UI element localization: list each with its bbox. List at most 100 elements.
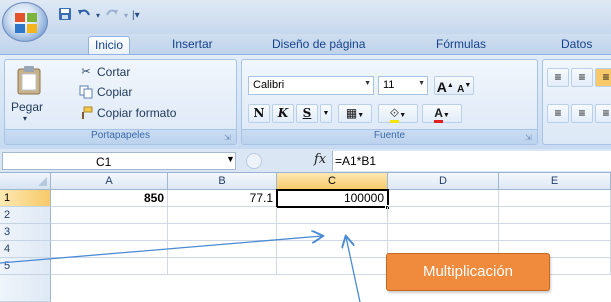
align-left-button[interactable]: ≡: [547, 104, 569, 123]
font-color-button[interactable]: A▼: [422, 104, 462, 123]
copy-icon: [79, 85, 93, 99]
underline-dropdown-icon[interactable]: ▼: [320, 104, 332, 123]
insert-function-button[interactable]: fx: [314, 152, 326, 167]
font-launcher-icon[interactable]: ⇲: [525, 133, 534, 142]
save-icon[interactable]: [58, 7, 72, 24]
cell-c3[interactable]: [277, 224, 388, 241]
copy-label: Copiar: [97, 85, 133, 99]
fill-color-button[interactable]: ⟐▼: [378, 104, 418, 123]
alignment-group: ≡ ≡ ≡ ≡ ≡ ≡: [542, 59, 611, 145]
font-size-value: 11: [383, 79, 395, 91]
clipboard-launcher-icon[interactable]: ⇲: [224, 133, 233, 142]
cell-b4[interactable]: [168, 241, 277, 258]
align-top-button[interactable]: ≡: [547, 68, 569, 87]
align-center-button[interactable]: ≡: [571, 104, 593, 123]
undo-dropdown-icon[interactable]: ▾: [96, 11, 100, 20]
row-header-2[interactable]: 2: [0, 207, 51, 224]
format-painter-button[interactable]: Copiar formato: [79, 105, 176, 121]
annotation-callout: Multiplicación: [386, 253, 550, 291]
column-header-e[interactable]: E: [499, 173, 611, 190]
office-button[interactable]: [2, 2, 48, 42]
tab-inicio[interactable]: Inicio: [88, 36, 131, 54]
cell-e3[interactable]: [499, 224, 611, 241]
format-painter-label: Copiar formato: [97, 106, 177, 120]
align-middle-button[interactable]: ≡: [571, 68, 593, 87]
italic-button[interactable]: K: [272, 104, 294, 123]
column-header-a[interactable]: A: [51, 173, 168, 190]
cell-e1[interactable]: [499, 190, 611, 207]
column-header-b[interactable]: B: [168, 173, 277, 190]
cell-a1[interactable]: 850: [51, 190, 168, 207]
cut-label: Cortar: [97, 65, 131, 79]
font-size-dropdown-icon: ▼: [418, 80, 425, 87]
cell-c2[interactable]: [277, 207, 388, 224]
align-left-icon: ≡: [554, 106, 562, 120]
fx-label: fx: [314, 152, 327, 167]
cell-d3[interactable]: [388, 224, 499, 241]
name-box-dropdown-icon[interactable]: ▼: [226, 154, 235, 164]
ribbon-tabs: Inicio Insertar Diseño de página Fórmula…: [0, 34, 611, 54]
cell-d2[interactable]: [388, 207, 499, 224]
formula-bar: C1 ▼ fx =A1*B1: [0, 149, 611, 173]
cell-c5[interactable]: [277, 258, 388, 275]
customize-quick-access-icon[interactable]: |▾: [132, 10, 140, 21]
row-header-1[interactable]: 1: [0, 190, 51, 207]
cell-a5[interactable]: [51, 258, 168, 275]
cell-c4[interactable]: [277, 241, 388, 258]
font-name-dropdown-icon: ▼: [364, 80, 371, 87]
cell-a3[interactable]: [51, 224, 168, 241]
cell-e2[interactable]: [499, 207, 611, 224]
align-right-button[interactable]: ≡: [595, 104, 611, 123]
borders-button[interactable]: ▦▼: [338, 104, 372, 123]
cell-c1[interactable]: 100000: [276, 189, 389, 208]
cell-d1[interactable]: [388, 190, 499, 207]
tab-formulas[interactable]: Fórmulas: [430, 36, 492, 54]
row-header-4[interactable]: 4: [0, 241, 51, 258]
font-group: Calibri ▼ 11 ▼ A▲ A▼ N K S ▼ ▦▼ ⟐▼ A▼ Fu…: [241, 59, 538, 145]
bold-button[interactable]: N: [248, 104, 270, 123]
ribbon: Pegar ▾ ✂ Cortar Copiar Copiar formato P…: [0, 54, 611, 149]
align-center-icon: ≡: [578, 106, 586, 120]
grow-font-label: A: [436, 79, 447, 95]
font-size-select[interactable]: 11 ▼: [378, 76, 428, 95]
clipboard-group: Pegar ▾ ✂ Cortar Copiar Copiar formato P…: [4, 59, 237, 145]
tab-insertar[interactable]: Insertar: [166, 36, 219, 54]
cell-b1[interactable]: 77.1: [168, 190, 277, 207]
tab-datos[interactable]: Datos: [555, 36, 598, 54]
cell-a4[interactable]: [51, 241, 168, 258]
formula-cancel-icon: [246, 153, 262, 169]
select-all-button[interactable]: [0, 173, 51, 190]
office-logo-icon: [15, 13, 37, 33]
column-header-c[interactable]: C: [277, 173, 388, 190]
align-top-icon: ≡: [554, 70, 562, 84]
grow-font-button[interactable]: A▲ A▼: [434, 76, 474, 95]
cut-button[interactable]: ✂ Cortar: [79, 64, 130, 80]
copy-button[interactable]: Copiar: [79, 84, 132, 100]
column-header-d[interactable]: D: [388, 173, 499, 190]
title-bar: ▾ ▾ |▾: [0, 0, 611, 34]
undo-icon[interactable]: [76, 7, 92, 24]
fill-color-icon: ⟐: [389, 106, 400, 123]
cell-a2[interactable]: [51, 207, 168, 224]
formula-input[interactable]: =A1*B1: [332, 151, 611, 171]
tab-diseno-de-pagina[interactable]: Diseño de página: [266, 36, 371, 54]
paste-dropdown-icon: ▾: [23, 114, 28, 123]
align-bottom-icon: ≡: [602, 70, 610, 84]
quick-access-toolbar: ▾ ▾ |▾: [58, 6, 140, 24]
redo-icon[interactable]: [104, 7, 120, 24]
cell-b5[interactable]: [168, 258, 277, 275]
cell-b2[interactable]: [168, 207, 277, 224]
underline-button[interactable]: S: [296, 104, 318, 123]
paste-label: Pegar: [11, 100, 44, 114]
row-header-3[interactable]: 3: [0, 224, 51, 241]
row-header-6: [0, 275, 51, 302]
align-right-icon: ≡: [602, 106, 610, 120]
name-box[interactable]: C1: [2, 152, 236, 170]
row-header-5[interactable]: 5: [0, 258, 51, 275]
align-bottom-button[interactable]: ≡: [595, 68, 611, 87]
redo-dropdown-icon[interactable]: ▾: [124, 11, 128, 20]
format-painter-icon: [79, 106, 93, 120]
cell-b3[interactable]: [168, 224, 277, 241]
font-name-select[interactable]: Calibri ▼: [248, 76, 374, 95]
paste-button[interactable]: Pegar ▾: [9, 62, 49, 126]
